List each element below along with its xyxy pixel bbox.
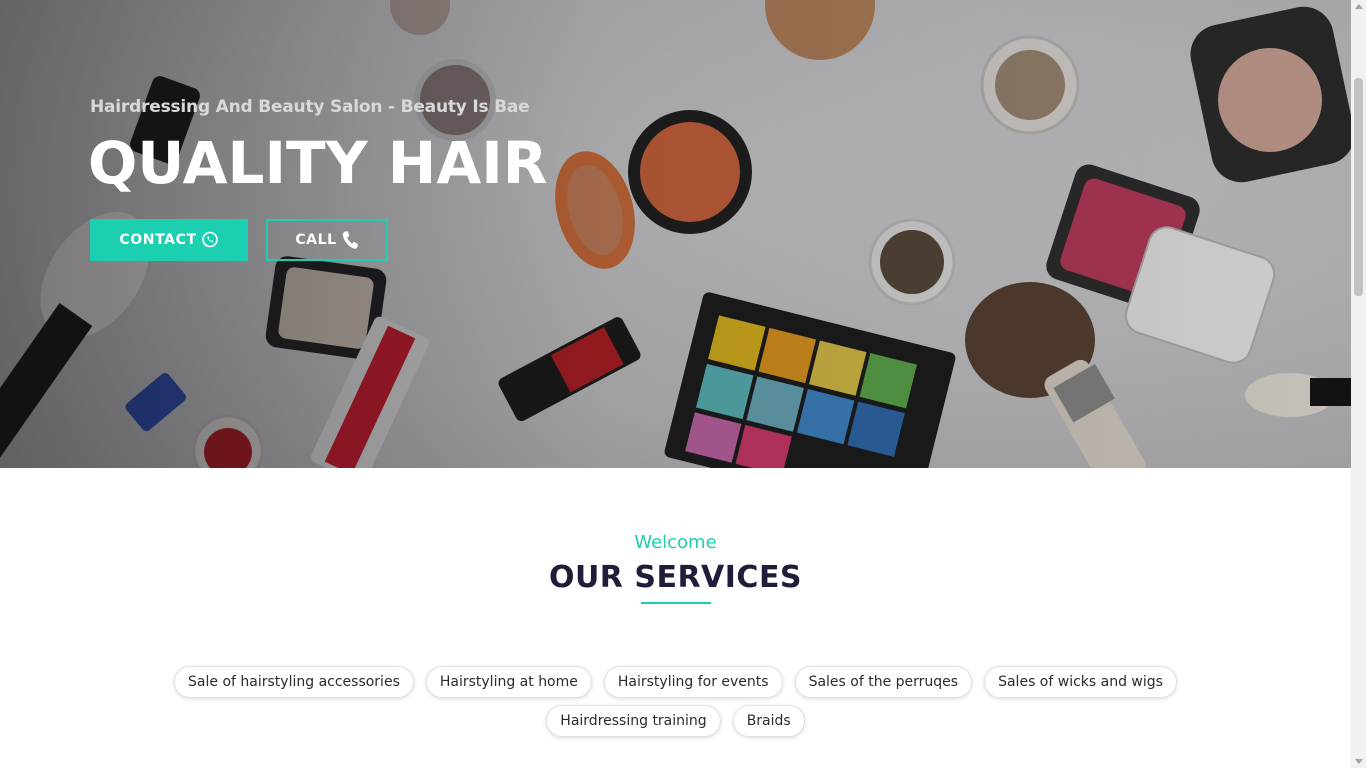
service-tag-accessories[interactable]: Sale of hairstyling accessories [174, 666, 414, 698]
hero-banner: Hairdressing And Beauty Salon - Beauty I… [0, 0, 1351, 468]
scrollbar-thumb[interactable] [1354, 78, 1363, 296]
service-tag-wicks-wigs[interactable]: Sales of wicks and wigs [984, 666, 1177, 698]
hero-subtitle: Hairdressing And Beauty Salon - Beauty I… [90, 97, 530, 117]
call-button-label: CALL [295, 232, 337, 248]
hero-title: QUALITY HAIR [88, 129, 548, 197]
call-button[interactable]: CALL [266, 219, 388, 261]
service-tag-braids[interactable]: Braids [732, 705, 805, 737]
contact-button[interactable]: CONTACT [90, 219, 248, 261]
services-title: OUR SERVICES [548, 560, 803, 595]
service-tag-perruqes[interactable]: Sales of the perruqes [794, 666, 973, 698]
title-underline [641, 602, 711, 604]
phone-icon [341, 230, 359, 250]
scroll-up-arrow-icon[interactable] [1355, 4, 1363, 9]
services-tag-list: Sale of hairstyling accessories Hairstyl… [150, 666, 1201, 737]
service-tag-events[interactable]: Hairstyling for events [603, 666, 783, 698]
contact-button-label: CONTACT [119, 232, 197, 248]
page-scrollbar[interactable] [1351, 0, 1366, 768]
service-tag-home-styling[interactable]: Hairstyling at home [425, 666, 592, 698]
services-eyebrow: Welcome [634, 532, 717, 553]
scroll-down-arrow-icon[interactable] [1355, 759, 1363, 764]
service-tag-training[interactable]: Hairdressing training [546, 705, 721, 737]
whatsapp-icon [201, 231, 219, 249]
